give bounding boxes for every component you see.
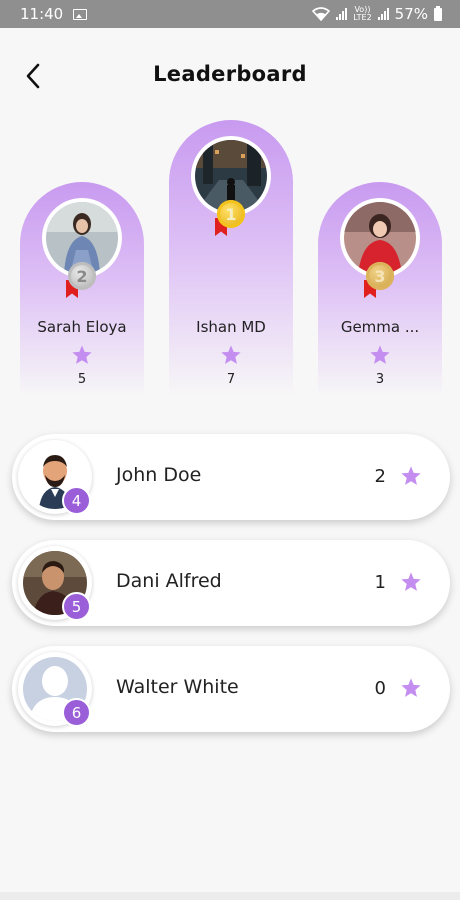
bottom-bar: [0, 892, 460, 900]
player-score: 1: [374, 572, 386, 593]
signal-icon: [336, 8, 348, 20]
silver-medal-icon: 2: [68, 262, 96, 290]
status-bar: 11:40 Vo)) LTE2 57%: [0, 0, 460, 28]
status-indicators: Vo)) LTE2 57%: [312, 5, 448, 23]
rank-badge: 4: [62, 486, 91, 515]
status-time: 11:40: [20, 5, 64, 23]
star-icon: [401, 678, 421, 697]
podium-name: Gemma ...: [340, 318, 420, 336]
player-name: Walter White: [116, 676, 239, 698]
star-icon: [370, 345, 390, 364]
image-notification-icon: [73, 8, 88, 20]
leaderboard-row[interactable]: 5 Dani Alfred 1: [12, 540, 450, 626]
gold-medal-icon: 1: [217, 200, 245, 228]
leaderboard-row[interactable]: 6 Walter White 0: [12, 646, 450, 732]
podium-score: 3: [375, 372, 385, 387]
bronze-medal-icon: 3: [366, 262, 394, 290]
page-title: Leaderboard: [153, 62, 307, 86]
podium-name: Ishan MD: [196, 318, 266, 336]
podium-third-place[interactable]: 3 Gemma ... 3: [318, 182, 442, 397]
podium-second-place[interactable]: 2 Sarah Eloya 5: [20, 182, 144, 397]
podium-score: 7: [226, 372, 236, 387]
player-score: 0: [374, 678, 386, 699]
player-name: John Doe: [116, 464, 202, 486]
podium-score: 5: [77, 372, 87, 387]
rank-badge: 6: [62, 698, 91, 727]
leaderboard-row[interactable]: 4 John Doe 2: [12, 434, 450, 520]
battery-percent: 57%: [394, 5, 428, 23]
back-button[interactable]: [20, 62, 46, 90]
podium-name: Sarah Eloya: [37, 318, 127, 336]
star-icon: [72, 345, 92, 364]
volte-indicator: Vo)) LTE2: [353, 5, 372, 22]
back-arrow-icon: [26, 63, 40, 89]
player-score: 2: [374, 466, 386, 487]
star-icon: [221, 345, 241, 364]
podium-first-place[interactable]: 1 Ishan MD 7: [169, 120, 293, 397]
star-icon: [401, 572, 421, 591]
rank-badge: 5: [62, 592, 91, 621]
player-name: Dani Alfred: [116, 570, 222, 592]
star-icon: [401, 466, 421, 485]
signal-icon-2: [377, 8, 389, 20]
wifi-icon: [312, 7, 331, 21]
battery-icon: [434, 5, 442, 21]
